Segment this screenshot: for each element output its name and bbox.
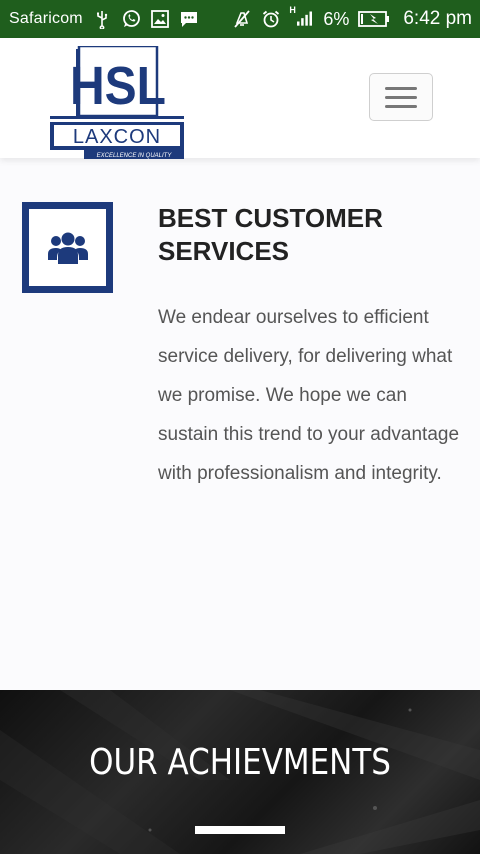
hsl-laxcon-logo-icon: HSL LAXCON EXCELLENCE IN QUALITY [50, 46, 184, 159]
users-icon [47, 232, 88, 264]
logo-top-text: HSL [70, 56, 166, 116]
signal-icon: H [289, 5, 314, 29]
feature-icon-box [22, 202, 113, 293]
mute-icon [232, 9, 252, 29]
achievements-title: OUR ACHIEVMENTS [89, 742, 391, 783]
logo-tagline: EXCELLENCE IN QUALITY [97, 153, 173, 159]
status-bar-right: H 6% 6:42 pm [232, 5, 472, 30]
message-icon [179, 9, 199, 29]
carrier-name: Safaricom [9, 10, 83, 27]
battery-charging-icon [358, 9, 390, 29]
battery-percent: 6% [323, 8, 350, 29]
logo-bottom-text: LAXCON [73, 126, 161, 148]
achievements-divider [195, 826, 285, 834]
feature-description: We endear ourselves to efficient service… [158, 307, 460, 484]
hamburger-icon-bar-middle [385, 95, 417, 99]
alarm-icon [261, 9, 281, 29]
status-bar: Safaricom H 6% 6:42 pm [0, 0, 480, 38]
hamburger-menu-button[interactable] [369, 73, 433, 121]
hamburger-icon-bar-bottom [385, 104, 417, 108]
clock: 6:42 pm [403, 8, 472, 29]
gallery-icon [150, 9, 170, 29]
feature-title: BEST CUSTOMER SERVICES [158, 203, 383, 266]
hamburger-icon-bar-top [385, 86, 417, 90]
network-type-label: H [289, 5, 296, 15]
status-bar-left: Safaricom [9, 9, 199, 29]
whatsapp-icon [121, 9, 141, 29]
company-logo[interactable]: HSL LAXCON EXCELLENCE IN QUALITY [50, 46, 184, 162]
usb-icon [92, 9, 112, 29]
